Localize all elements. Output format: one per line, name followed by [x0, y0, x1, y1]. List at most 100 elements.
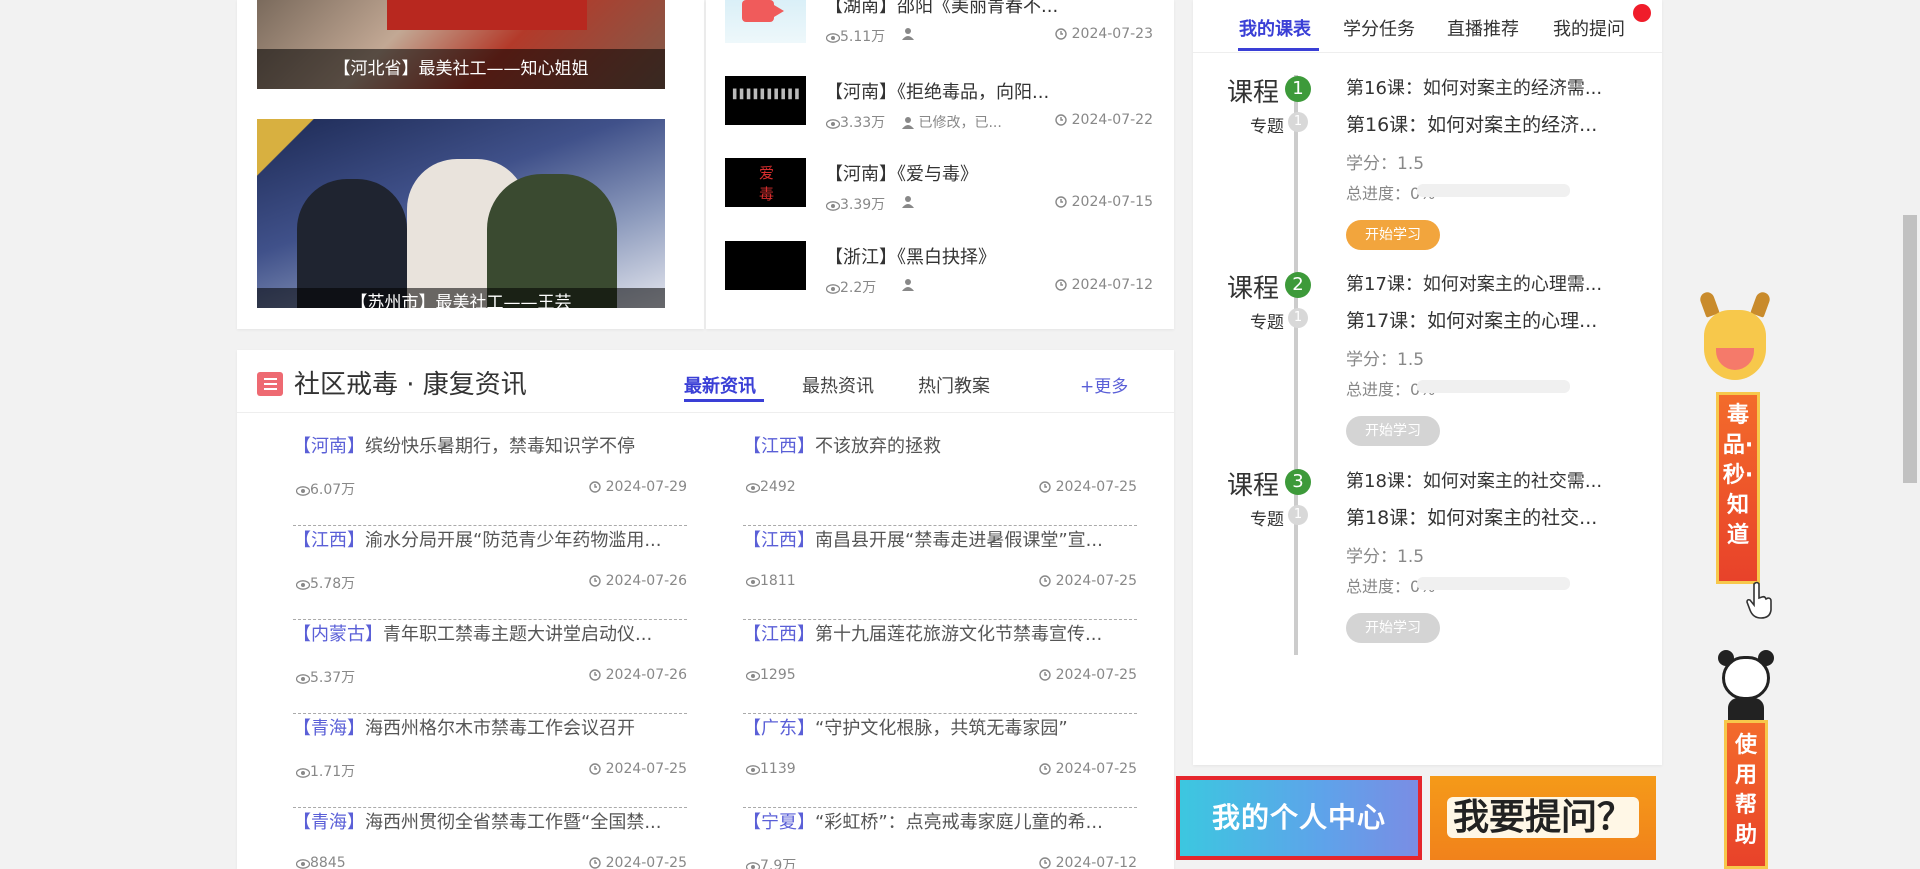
featured-photo[interactable]: 【河北省】最美社工——知心姐姐 [257, 0, 665, 89]
news-region: 【江西】 [743, 624, 815, 645]
publish-date: 2024-07-23 [1055, 26, 1153, 42]
news-item[interactable]: 【青海】海西州贯彻全省禁毒工作暨“全国禁... 8845 2024-07-25 [293, 808, 687, 869]
view-count: 7.9万 [746, 855, 796, 869]
clock-icon [1055, 196, 1067, 208]
course-entry: 课程 2 专题 1 第17课：如何对案主的心理需... 第17课：如何对案主的心… [1193, 268, 1662, 458]
news-item[interactable]: 【江西】不该放弃的拯救 2492 2024-07-25 [743, 432, 1137, 526]
progress-bar [1417, 577, 1570, 590]
scrollbar-thumb[interactable] [1903, 215, 1917, 483]
video-title[interactable]: 【湖南】邵阳《美丽青春不... [825, 0, 1058, 18]
news-title[interactable]: 【内蒙古】青年职工禁毒主题大讲堂启动仪... [293, 620, 687, 646]
news-title[interactable]: 【宁夏】“彩虹桥”：点亮戒毒家庭儿童的希... [743, 808, 1137, 834]
photo-banner-graphic [387, 0, 587, 30]
eye-icon [746, 671, 760, 681]
tab-popular-lessons[interactable]: 热门教案 [918, 372, 990, 398]
news-headline: 不该放弃的拯救 [815, 436, 941, 457]
view-count: 3.39万 [826, 194, 885, 214]
news-title[interactable]: 【江西】第十九届莲花旅游文化节禁毒宣传... [743, 620, 1137, 646]
more-link[interactable]: +更多 [1080, 372, 1128, 397]
video-thumbnail[interactable] [725, 0, 806, 43]
news-title[interactable]: 【江西】不该放弃的拯救 [743, 432, 1137, 458]
news-item[interactable]: 【河南】缤纷快乐暑期行，禁毒知识学不停 6.07万 2024-07-29 [293, 432, 687, 526]
ask-question-label: 我要提问？ [1446, 797, 1639, 838]
news-title[interactable]: 【青海】海西州贯彻全省禁毒工作暨“全国禁... [293, 808, 687, 834]
drug-knowledge-side-banner[interactable]: 毒品·秒·知道 [1716, 392, 1760, 584]
divider [237, 412, 1174, 413]
active-tab-underline [684, 399, 764, 402]
video-title[interactable]: 【浙江】《黑白抉择》 [825, 243, 996, 269]
news-title[interactable]: 【江西】南昌县开展“禁毒走进暑假课堂”宣... [743, 526, 1137, 552]
tab-credit-tasks[interactable]: 学分任务 [1343, 15, 1415, 41]
start-learning-button[interactable]: 开始学习 [1346, 613, 1440, 643]
news-region: 【青海】 [293, 718, 365, 739]
publish-date: 2024-07-25 [589, 761, 687, 777]
clock-icon [1039, 575, 1051, 587]
news-title[interactable]: 【青海】海西州格尔木市禁毒工作会议召开 [293, 714, 687, 740]
video-thumbnail[interactable] [725, 241, 806, 290]
eye-icon [746, 765, 760, 775]
page-scrollbar[interactable] [1900, 0, 1920, 869]
topic-number-badge: 1 [1288, 505, 1308, 525]
news-item[interactable]: 【江西】第十九届莲花旅游文化节禁毒宣传... 1295 2024-07-25 [743, 620, 1137, 714]
topic-title[interactable]: 第18课：如何对案主的社交... [1346, 503, 1597, 530]
photo-caption[interactable]: 【苏州市】最美社工——王芸 [257, 288, 665, 308]
news-item[interactable]: 【宁夏】“彩虹桥”：点亮戒毒家庭儿童的希... 7.9万 2024-07-12 [743, 808, 1137, 869]
clock-icon [589, 575, 601, 587]
publish-date: 2024-07-25 [1039, 667, 1137, 683]
news-headline: 南昌县开展“禁毒走进暑假课堂”宣... [815, 530, 1103, 551]
start-learning-button[interactable]: 开始学习 [1346, 220, 1440, 250]
ask-question-banner[interactable]: 我要提问？ [1430, 776, 1656, 860]
tab-latest-news[interactable]: 最新资讯 [684, 372, 756, 398]
video-item[interactable]: 【湖南】邵阳《美丽青春不... 5.11万 2024-07-23 [725, 0, 1155, 70]
tab-live-recommend[interactable]: 直播推荐 [1447, 15, 1519, 41]
progress-bar [1417, 380, 1570, 393]
tab-my-questions[interactable]: 我的提问 [1553, 15, 1625, 41]
news-title[interactable]: 【河南】缤纷快乐暑期行，禁毒知识学不停 [293, 432, 687, 458]
topic-number-badge: 1 [1288, 112, 1308, 132]
topic-title[interactable]: 第16课：如何对案主的经济... [1346, 110, 1597, 137]
tab-my-schedule[interactable]: 我的课表 [1239, 15, 1311, 41]
view-count: 6.07万 [296, 479, 355, 499]
news-item[interactable]: 【江西】南昌县开展“禁毒走进暑假课堂”宣... 1811 2024-07-25 [743, 526, 1137, 620]
start-learning-button[interactable]: 开始学习 [1346, 416, 1440, 446]
course-title[interactable]: 第16课：如何对案主的经济需... [1346, 74, 1602, 100]
video-title[interactable]: 【河南】《拒绝毒品，向阳... [825, 78, 1049, 104]
news-region: 【江西】 [743, 530, 815, 551]
news-item[interactable]: 【江西】渝水分局开展“防范青少年药物滥用... 5.78万 2024-07-26 [293, 526, 687, 620]
publish-date: 2024-07-12 [1055, 277, 1153, 293]
video-thumbnail[interactable]: 爱毒 [725, 158, 806, 207]
video-item[interactable]: ▌▌▌▌▌▌▌▌▌▌ 【河南】《拒绝毒品，向阳... 3.33万 已修改，已..… [725, 76, 1155, 146]
video-thumbnail[interactable]: ▌▌▌▌▌▌▌▌▌▌ [725, 76, 806, 125]
course-title[interactable]: 第17课：如何对案主的心理需... [1346, 270, 1602, 296]
course-title[interactable]: 第18课：如何对案主的社交需... [1346, 467, 1602, 493]
notification-badge [1633, 4, 1651, 22]
panda-mascot-icon[interactable] [1718, 650, 1774, 720]
course-entry: 课程 1 专题 1 第16课：如何对案主的经济需... 第16课：如何对案主的经… [1193, 72, 1662, 262]
photo-caption[interactable]: 【河北省】最美社工——知心姐姐 [257, 49, 665, 89]
tab-hottest-news[interactable]: 最热资讯 [802, 372, 874, 398]
eye-icon [826, 284, 840, 294]
news-title[interactable]: 【江西】渝水分局开展“防范青少年药物滥用... [293, 526, 687, 552]
video-item[interactable]: 爱毒 【河南】《爱与毒》 3.39万 2024-07-15 [725, 158, 1155, 228]
featured-photo[interactable]: 【苏州市】最美社工——王芸 [257, 119, 665, 308]
video-item[interactable]: 【浙江】《黑白抉择》 2.2万 2024-07-12 [725, 241, 1155, 311]
cow-mascot-icon[interactable] [1698, 288, 1772, 398]
video-title[interactable]: 【河南】《爱与毒》 [825, 160, 978, 186]
news-headline: 第十九届莲花旅游文化节禁毒宣传... [815, 624, 1103, 645]
usage-help-side-banner[interactable]: 使用帮助 [1724, 720, 1768, 869]
eye-icon [826, 33, 840, 43]
news-item[interactable]: 【广东】“守护文化根脉，共筑无毒家园” 1139 2024-07-25 [743, 714, 1137, 808]
pointer-hand-icon [1746, 581, 1772, 619]
view-count: 1.71万 [296, 761, 355, 781]
news-headline: 海西州格尔木市禁毒工作会议召开 [365, 718, 635, 739]
news-item[interactable]: 【青海】海西州格尔木市禁毒工作会议召开 1.71万 2024-07-25 [293, 714, 687, 808]
course-number-badge: 3 [1285, 469, 1311, 495]
news-item[interactable]: 【内蒙古】青年职工禁毒主题大讲堂启动仪... 5.37万 2024-07-26 [293, 620, 687, 714]
news-headline: 缤纷快乐暑期行，禁毒知识学不停 [365, 436, 635, 457]
publish-date: 2024-07-25 [589, 855, 687, 869]
topic-title[interactable]: 第17课：如何对案主的心理... [1346, 306, 1597, 333]
list-icon [257, 372, 283, 396]
author: 已修改，已... [902, 112, 1002, 132]
news-title[interactable]: 【广东】“守护文化根脉，共筑无毒家园” [743, 714, 1137, 740]
personal-center-banner[interactable]: 我的个人中心 [1176, 776, 1422, 860]
